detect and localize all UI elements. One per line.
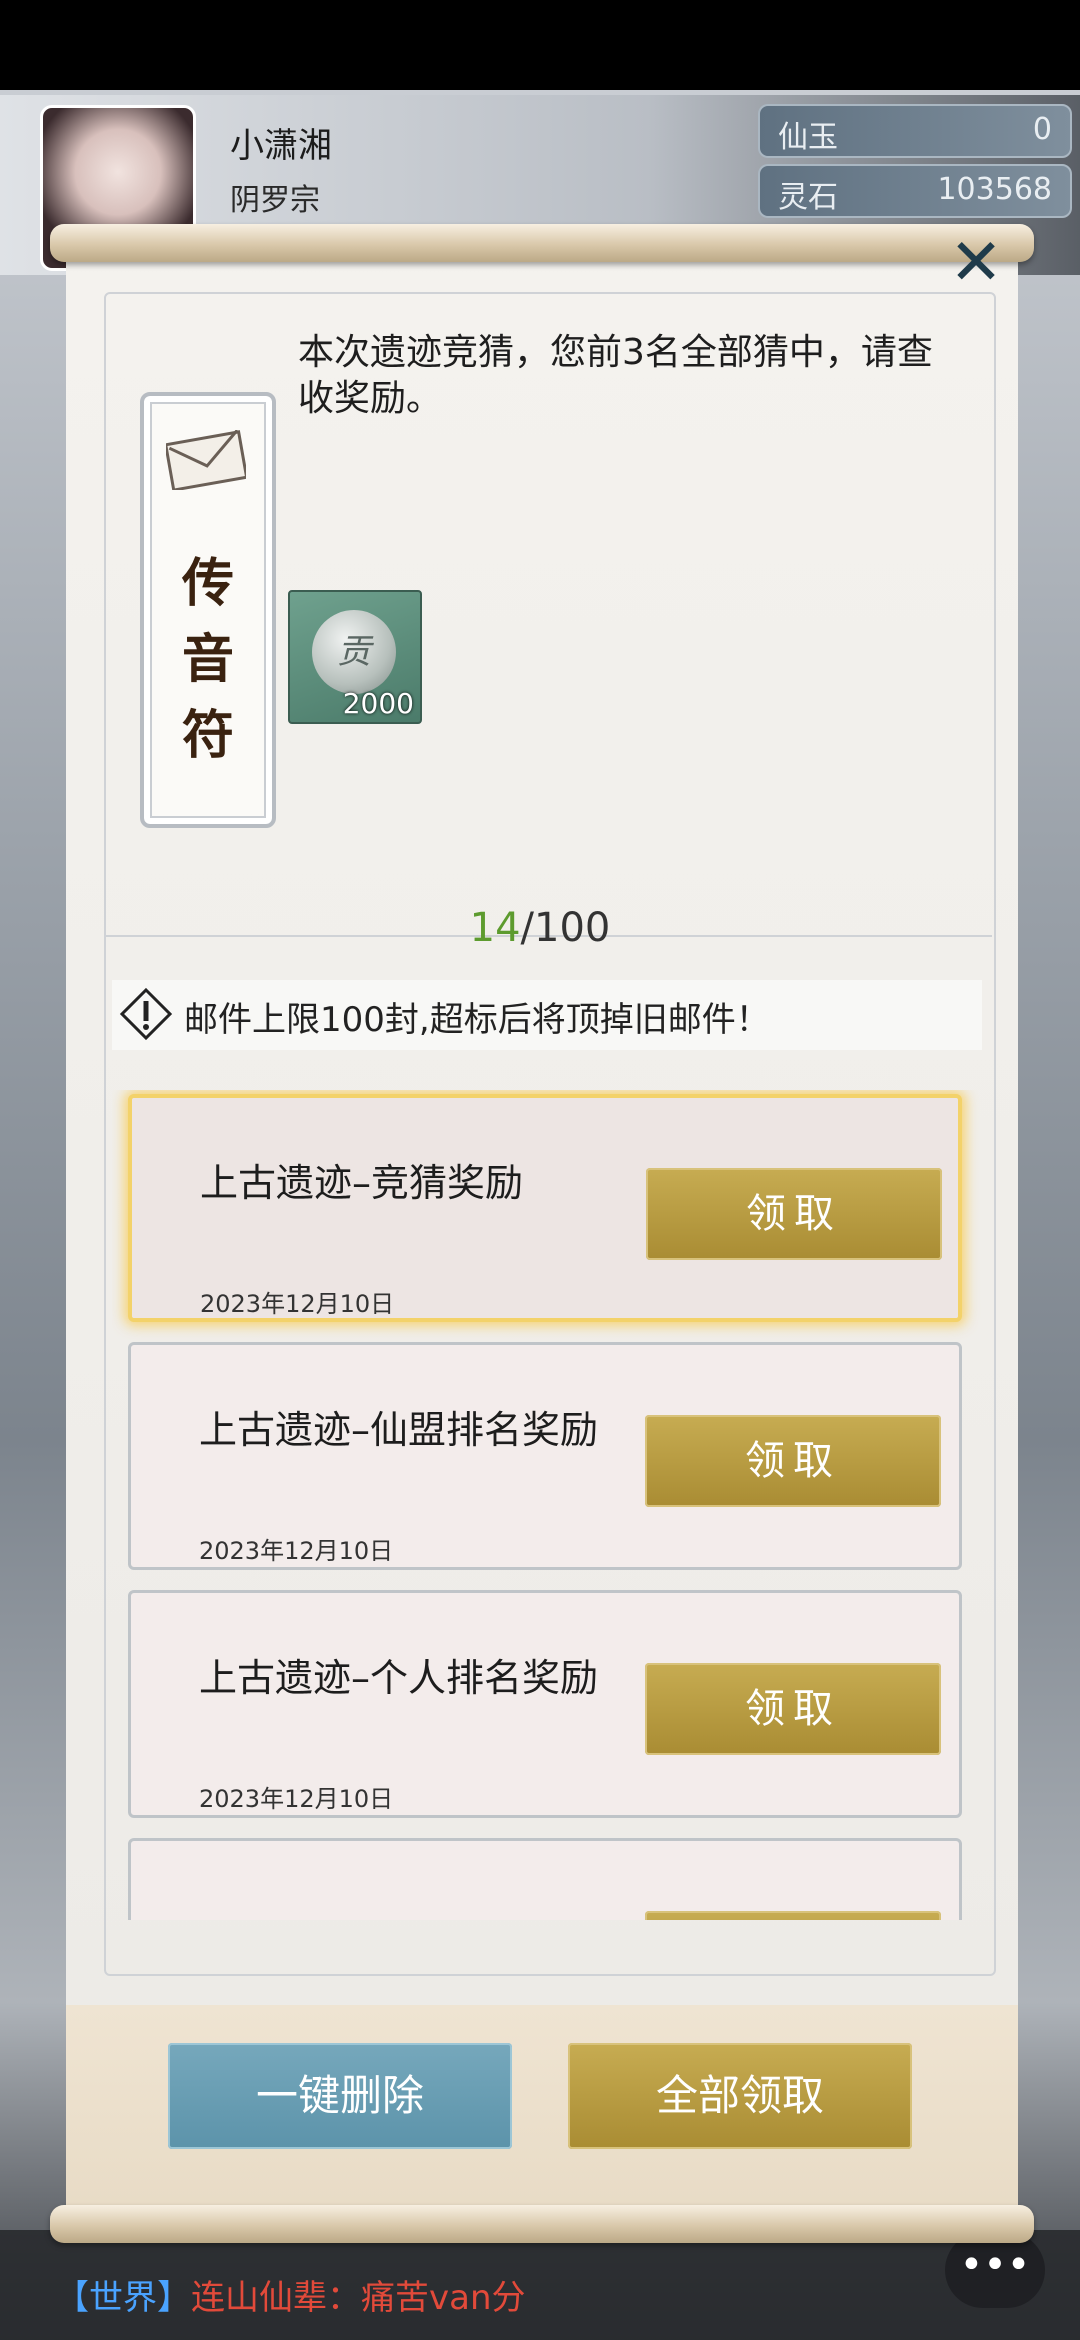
chat-message: 痛苦van分 (361, 2278, 526, 2318)
contribution-token-icon: 贡 (312, 610, 396, 694)
mail-date: 2023年12月10日 (199, 1785, 394, 1813)
resource-label: 灵石 (778, 180, 838, 215)
player-name: 小潇湘 (230, 126, 332, 166)
claim-button-partial[interactable] (645, 1911, 941, 1920)
resource-lingshi: 灵石 103568 (758, 164, 1072, 218)
mail-list-item[interactable]: 上古遗迹–个人排名奖励 2023年12月10日 领取 (128, 1590, 962, 1818)
mail-list-item-partial[interactable] (128, 1838, 962, 1920)
envelope-icon (166, 430, 246, 490)
delete-all-button[interactable]: 一键删除 (168, 2043, 512, 2149)
mail-title: 上古遗迹–仙盟排名奖励 (199, 1408, 599, 1452)
reward-item-slot[interactable]: 贡 2000 (288, 590, 422, 724)
warning-icon (119, 987, 173, 1041)
mail-count-total: /100 (520, 905, 611, 951)
mail-list[interactable]: 上古遗迹–竞猜奖励 2023年12月10日 领取 上古遗迹–仙盟排名奖励 202… (112, 1090, 982, 1920)
scroll-rod-bottom (50, 2205, 1034, 2243)
player-sect: 阴罗宗 (230, 183, 320, 218)
reward-count: 2000 (342, 687, 414, 720)
mail-date: 2023年12月10日 (200, 1290, 395, 1318)
mail-title: 上古遗迹–个人排名奖励 (199, 1656, 599, 1700)
claim-button[interactable]: 领取 (645, 1663, 941, 1755)
claim-button[interactable]: 领取 (646, 1168, 942, 1260)
mail-tag: 传 音 符 (140, 392, 276, 828)
chat-speaker: 连山仙辈： (191, 2278, 361, 2318)
chat-line[interactable]: 【世界】连山仙辈：痛苦van分 (55, 2270, 526, 2319)
resource-value: 0 (1032, 112, 1052, 147)
mail-list-item[interactable]: 上古遗迹–竞猜奖励 2023年12月10日 领取 (128, 1094, 962, 1322)
claim-all-button[interactable]: 全部领取 (568, 2043, 912, 2149)
mail-date: 2023年12月10日 (199, 1537, 394, 1565)
status-bar (0, 0, 1080, 90)
mail-title: 上古遗迹–竞猜奖励 (200, 1161, 524, 1205)
mail-message: 本次遗迹竞猜，您前3名全部猜中，请查收奖励。 (298, 332, 933, 419)
mail-limit-notice: 邮件上限100封,超标后将顶掉旧邮件！ (112, 980, 982, 1050)
mail-tag-title: 传 音 符 (181, 553, 234, 766)
close-icon[interactable]: ✕ (945, 231, 1007, 295)
resource-value: 103568 (937, 172, 1052, 207)
claim-button[interactable]: 领取 (645, 1415, 941, 1507)
scroll-rod-top (50, 224, 1034, 262)
chat-channel: 【世界】 (55, 2278, 191, 2318)
chat-bubble-icon[interactable]: ••• (945, 2232, 1045, 2308)
resource-label: 仙玉 (778, 120, 838, 155)
resource-xianyu: 仙玉 0 (758, 104, 1072, 158)
mail-limit-text: 邮件上限100封,超标后将顶掉旧邮件！ (184, 1000, 770, 1040)
mail-list-item[interactable]: 上古遗迹–仙盟排名奖励 2023年12月10日 领取 (128, 1342, 962, 1570)
mail-count-current: 14 (469, 905, 521, 951)
mail-counter: 14/100 (0, 905, 1080, 951)
